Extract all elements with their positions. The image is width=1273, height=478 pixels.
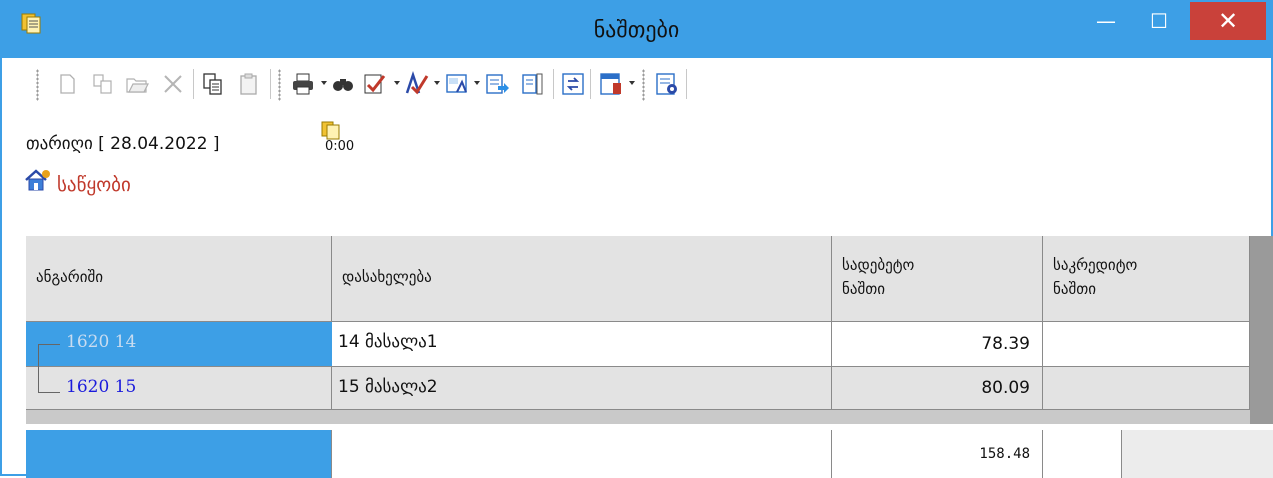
- credit-value[interactable]: [1043, 322, 1250, 367]
- total-debit: 158.48: [832, 430, 1043, 478]
- settings-dropdown-arrow[interactable]: [629, 81, 635, 85]
- tree-connector: [38, 344, 39, 392]
- totals-account-cell: [26, 430, 332, 478]
- toolbar-grip[interactable]: [278, 69, 281, 101]
- toolbar-separator: [686, 69, 687, 99]
- account-code: 1620 15: [66, 377, 137, 397]
- totals-name-cell: [332, 430, 832, 478]
- print-icon[interactable]: [290, 71, 316, 97]
- maximize-button[interactable]: ☐: [1136, 2, 1182, 40]
- filter-icon[interactable]: [362, 71, 388, 97]
- new-icon[interactable]: [54, 71, 80, 97]
- home-icon[interactable]: [24, 168, 52, 192]
- debit-value[interactable]: 80.09: [832, 367, 1043, 410]
- close-button[interactable]: ✕: [1190, 2, 1266, 40]
- spellcheck-dropdown-arrow[interactable]: [474, 81, 480, 85]
- credit-value[interactable]: [1043, 367, 1250, 410]
- table-row-name-cell[interactable]: 14 მასალა1: [332, 322, 832, 367]
- toolbar-grip[interactable]: [36, 69, 39, 101]
- settings-icon[interactable]: [598, 71, 624, 97]
- open-folder-icon[interactable]: [124, 71, 150, 97]
- debit-value[interactable]: 78.39: [832, 322, 1043, 367]
- export-icon[interactable]: [484, 71, 510, 97]
- refresh-icon[interactable]: [560, 71, 586, 97]
- toolbar-separator: [270, 69, 271, 99]
- date-label: თარიღი [ 28.04.2022 ]: [26, 134, 220, 154]
- table-row-name-cell[interactable]: 15 მასალა2: [332, 367, 832, 410]
- column-header-label: ნაშთი: [842, 280, 885, 298]
- account-code: 1620 14: [66, 332, 137, 352]
- toolbar: [10, 59, 1265, 111]
- toolbar-separator: [193, 69, 194, 99]
- column-header-debit[interactable]: სადებეტო ნაშთი: [832, 236, 1043, 322]
- home-link[interactable]: საწყობი: [57, 174, 131, 196]
- toolbar-grip[interactable]: [642, 69, 645, 101]
- tree-connector: [38, 392, 60, 393]
- window: ნაშთები — ☐ ✕ თარიღი [28.04.2022] 0:00…: [0, 0, 1273, 478]
- paste-icon[interactable]: [236, 71, 262, 97]
- column-header-label: სადებეტო: [842, 256, 915, 274]
- delete-icon[interactable]: [160, 71, 186, 97]
- sort-dropdown-arrow[interactable]: [434, 81, 440, 85]
- totals-filler: [1122, 430, 1273, 478]
- window-title: ნაშთები: [593, 18, 680, 43]
- columns-icon[interactable]: [520, 71, 546, 97]
- print-dropdown-arrow[interactable]: [321, 81, 327, 85]
- accounts-table: ანგარიში დასახელება სადებეტო ნაშთი საკრე…: [26, 236, 1273, 478]
- table-row-account-cell[interactable]: 1620 14: [26, 322, 332, 367]
- column-header-label: ნაშთი: [1053, 280, 1096, 298]
- column-header-credit[interactable]: საკრედიტო ნაშთი: [1043, 236, 1250, 322]
- tree-connector: [38, 344, 60, 345]
- title-bar[interactable]: ნაშთები — ☐ ✕: [2, 2, 1271, 58]
- copy-record-icon[interactable]: [90, 71, 116, 97]
- grid-empty-area: [26, 410, 1250, 424]
- column-header-label: საკრედიტო: [1053, 256, 1138, 274]
- copy-icon[interactable]: [200, 71, 226, 97]
- minimize-button[interactable]: —: [1084, 2, 1128, 40]
- options-icon[interactable]: [654, 71, 680, 97]
- toolbar-separator: [590, 69, 591, 99]
- column-header-label: დასახელება: [342, 268, 432, 286]
- sort-icon[interactable]: [404, 71, 430, 97]
- column-header-account[interactable]: ანგარიში: [26, 236, 332, 322]
- column-header-name[interactable]: დასახელება: [332, 236, 832, 322]
- time-value[interactable]: 0:00: [325, 139, 354, 154]
- toolbar-separator: [553, 69, 554, 99]
- grid-right-gutter: [1250, 236, 1273, 424]
- find-icon[interactable]: [330, 71, 356, 97]
- column-header-label: ანგარიში: [36, 268, 104, 286]
- totals-credit-cell: [1043, 430, 1122, 478]
- item-name: 14 მასალა1: [338, 332, 438, 352]
- item-name: 15 მასალა2: [338, 377, 438, 397]
- spellcheck-icon[interactable]: [444, 71, 470, 97]
- table-row-account-cell[interactable]: 1620 15: [26, 367, 332, 410]
- filter-dropdown-arrow[interactable]: [394, 81, 400, 85]
